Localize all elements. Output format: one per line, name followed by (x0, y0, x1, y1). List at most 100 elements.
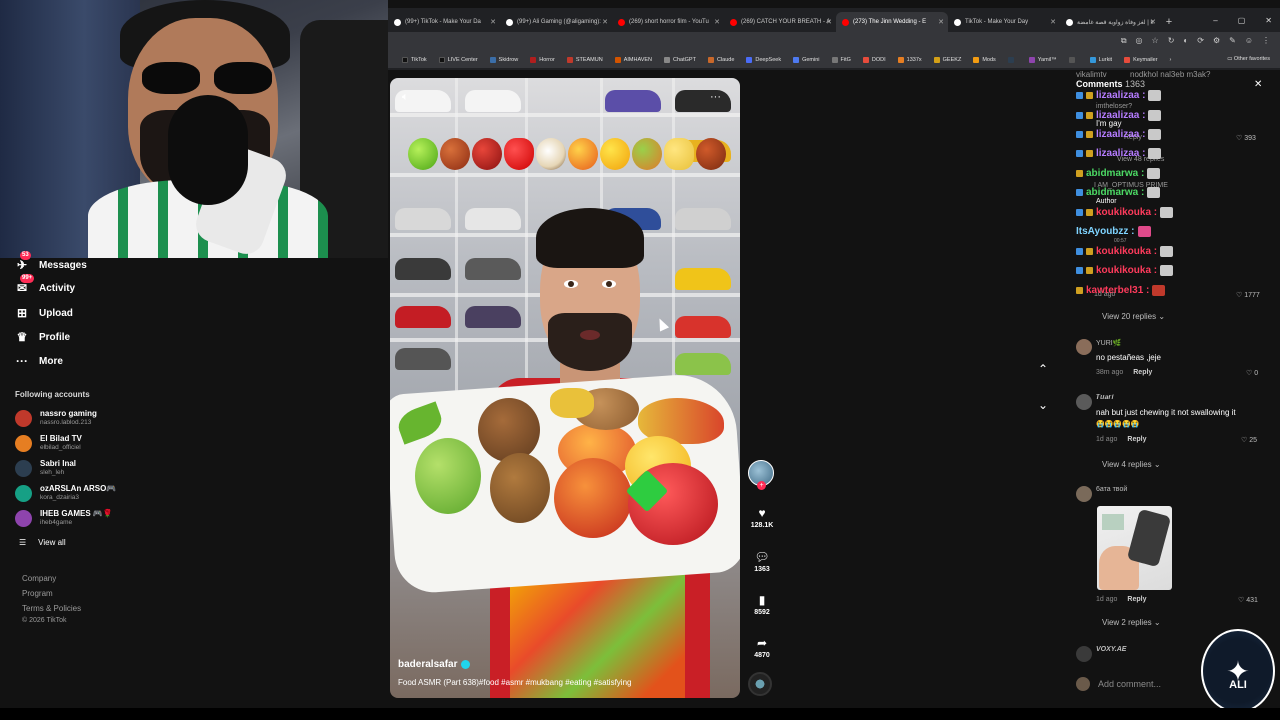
bookmark[interactable] (1063, 57, 1084, 63)
view-all-link[interactable]: ☰ View all (19, 538, 66, 547)
close-tab-icon[interactable]: ✕ (826, 18, 832, 26)
view-replies-link[interactable]: View 4 replies ⌄ (1102, 460, 1161, 469)
like-count[interactable]: ♡ 25 (1241, 436, 1257, 444)
tab-actions-icon[interactable]: ⧉ (1121, 36, 1127, 46)
account-item[interactable]: nassro gaming nassro.lablod.213 (15, 409, 97, 427)
reply-button[interactable]: Reply (1127, 596, 1146, 603)
close-tab-icon[interactable]: ✕ (490, 18, 496, 26)
nav-profile[interactable]: ♛ Profile (15, 327, 71, 347)
like-count: 128.1K (750, 522, 774, 529)
browser-tab[interactable]: (269) CATCH YOUR BREATH - A ✕ (724, 12, 836, 32)
bookmark[interactable]: Yamil™ (1023, 57, 1063, 63)
save-button[interactable]: ▮ 8592 (748, 593, 776, 616)
pen-icon[interactable]: ✎ (1229, 36, 1236, 46)
comment-item: 6ата твой 1d ago Reply ♡ 431 (1076, 486, 1276, 610)
view-replies-link[interactable]: View 20 replies ⌄ (1102, 312, 1165, 321)
sync-icon[interactable]: ⟳ (1197, 36, 1204, 46)
bookmark[interactable]: STEAMUN (561, 57, 609, 63)
follow-plus-icon[interactable]: + (757, 481, 766, 490)
bookmark[interactable]: Mods (967, 57, 1001, 63)
nav-more[interactable]: ··· More (15, 351, 63, 371)
like-button[interactable]: ♥ 128.1K (748, 506, 776, 529)
close-tab-icon[interactable]: ✕ (938, 18, 944, 26)
browser-tab[interactable]: (99+) Ali Gaming (@aligaming): ✕ (500, 12, 612, 32)
other-favorites[interactable]: ▭ Other favorites (1227, 56, 1270, 62)
close-tab-icon[interactable]: ✕ (1050, 18, 1056, 26)
browser-tab[interactable]: لغز وفاة زواوية قصة غامضة | k ✕ (1060, 12, 1160, 32)
video-username[interactable]: baderalsafar (398, 659, 471, 670)
bookmark[interactable]: Gemini (787, 57, 825, 63)
avatar[interactable] (1076, 486, 1092, 502)
heart-icon: ♥ (758, 506, 766, 520)
reply-button[interactable]: Reply (1133, 369, 1152, 376)
account-item[interactable]: IHEB GAMES 🎮🌹 iheb4game (15, 509, 113, 527)
bookmarks-bar: TikTok LIVE Center Skidrow Horror STEAMU… (388, 52, 1280, 68)
close-icon[interactable]: ✕ (1254, 79, 1262, 90)
bookmark[interactable]: TikTok (396, 57, 433, 63)
bookmark[interactable]: DeepSeek (740, 57, 787, 63)
more-options-icon[interactable]: ··· (710, 91, 721, 103)
footer-terms[interactable]: Terms & Policies (22, 604, 81, 613)
comment-button[interactable]: 💬︎ 1363 (748, 550, 776, 573)
bookmark[interactable]: Keymailer (1118, 57, 1163, 63)
theme-icon[interactable]: ◐ (1183, 36, 1188, 46)
logo-text: ALI (1229, 679, 1247, 691)
volume-icon[interactable]: 🔈︎ (402, 91, 409, 104)
avatar (15, 484, 32, 502)
reply-button[interactable]: Reply (1127, 436, 1146, 443)
close-window-icon[interactable]: ✕ (1265, 16, 1272, 25)
avatar[interactable] (1076, 646, 1092, 662)
nav-activity[interactable]: ✉ 99+ Activity (15, 274, 75, 298)
bookmark[interactable]: 1337x (892, 57, 928, 63)
bookmark[interactable] (1002, 57, 1023, 63)
bookmark[interactable]: Claude (702, 57, 740, 63)
ghost-username: vikalimtv (1076, 70, 1107, 79)
comment-image[interactable] (1097, 506, 1172, 590)
minimize-icon[interactable]: – (1213, 16, 1217, 25)
bookmark[interactable]: DODI (857, 57, 892, 63)
avatar[interactable] (1076, 394, 1092, 410)
nav-messages[interactable]: ✈ 53 Messages (15, 251, 87, 275)
extension-icon[interactable]: ◎ (1136, 36, 1143, 46)
nav-upload[interactable]: ⊞ Upload (15, 303, 73, 323)
maximize-icon[interactable]: ▢ (1238, 16, 1246, 25)
profile-icon[interactable]: ☺ (1245, 36, 1253, 46)
bookmark[interactable]: AIMHAVEN (609, 57, 658, 63)
bookmark[interactable]: Horror (524, 57, 561, 63)
bookmark[interactable]: Skidrow (484, 57, 525, 63)
chevron-down-icon[interactable]: ⌄ (1038, 398, 1048, 434)
like-count[interactable]: ♡ 431 (1238, 596, 1258, 604)
bookmark[interactable]: ChatGPT (658, 57, 702, 63)
account-item[interactable]: Sabri Inal sleh_leh (15, 459, 76, 477)
footer-company[interactable]: Company (22, 574, 56, 583)
menu-icon[interactable]: ⋮ (1262, 36, 1270, 46)
close-tab-icon[interactable]: ✕ (714, 18, 720, 26)
account-item[interactable]: ozARSLAn ARSO🎮 kora_dzairia3 (15, 484, 116, 502)
bookmarks-more-icon[interactable]: › (1164, 57, 1178, 63)
refresh-icon[interactable]: ↻ (1168, 36, 1175, 46)
browser-tab-active[interactable]: (273) The Jinn Wedding - E ✕ (836, 12, 948, 32)
browser-tab[interactable]: (269) short horror film - YouTu ✕ (612, 12, 724, 32)
browser-tab[interactable]: TikTok - Make Your Day ✕ (948, 12, 1060, 32)
bookmark[interactable]: FitG (826, 57, 857, 63)
bookmark[interactable]: GEEKZ (928, 57, 968, 63)
video-player[interactable]: 🔈︎ ··· baderalsafar Food ASMR (Part 638)… (390, 78, 740, 698)
chevron-up-icon[interactable]: ⌃ (1038, 362, 1048, 398)
bookmark[interactable]: Lurkit (1084, 57, 1118, 63)
like-count[interactable]: ♡ 0 (1246, 369, 1258, 377)
browser-tab[interactable]: (99+) TikTok - Make Your Da ✕ (388, 12, 500, 32)
bookmark[interactable]: LIVE Center (433, 57, 484, 63)
avatar[interactable] (1076, 339, 1092, 355)
settings-icon[interactable]: ⚙ (1213, 36, 1220, 46)
share-button[interactable]: ➦ 4870 (748, 636, 776, 659)
music-disc-icon[interactable] (748, 672, 772, 696)
ghost-comment: nodkhol nal3eb m3ak? (1130, 70, 1211, 79)
close-tab-icon[interactable]: ✕ (602, 18, 608, 26)
close-tab-icon[interactable]: ✕ (1150, 18, 1156, 26)
save-count: 8592 (754, 609, 770, 616)
view-replies-link[interactable]: View 2 replies ⌄ (1102, 618, 1161, 627)
footer-program[interactable]: Program (22, 589, 53, 598)
favorite-star-icon[interactable]: ☆ (1152, 36, 1159, 46)
new-tab-button[interactable]: + (1160, 12, 1178, 32)
account-item[interactable]: El Bilad TV elbilad_officiel (15, 434, 82, 452)
